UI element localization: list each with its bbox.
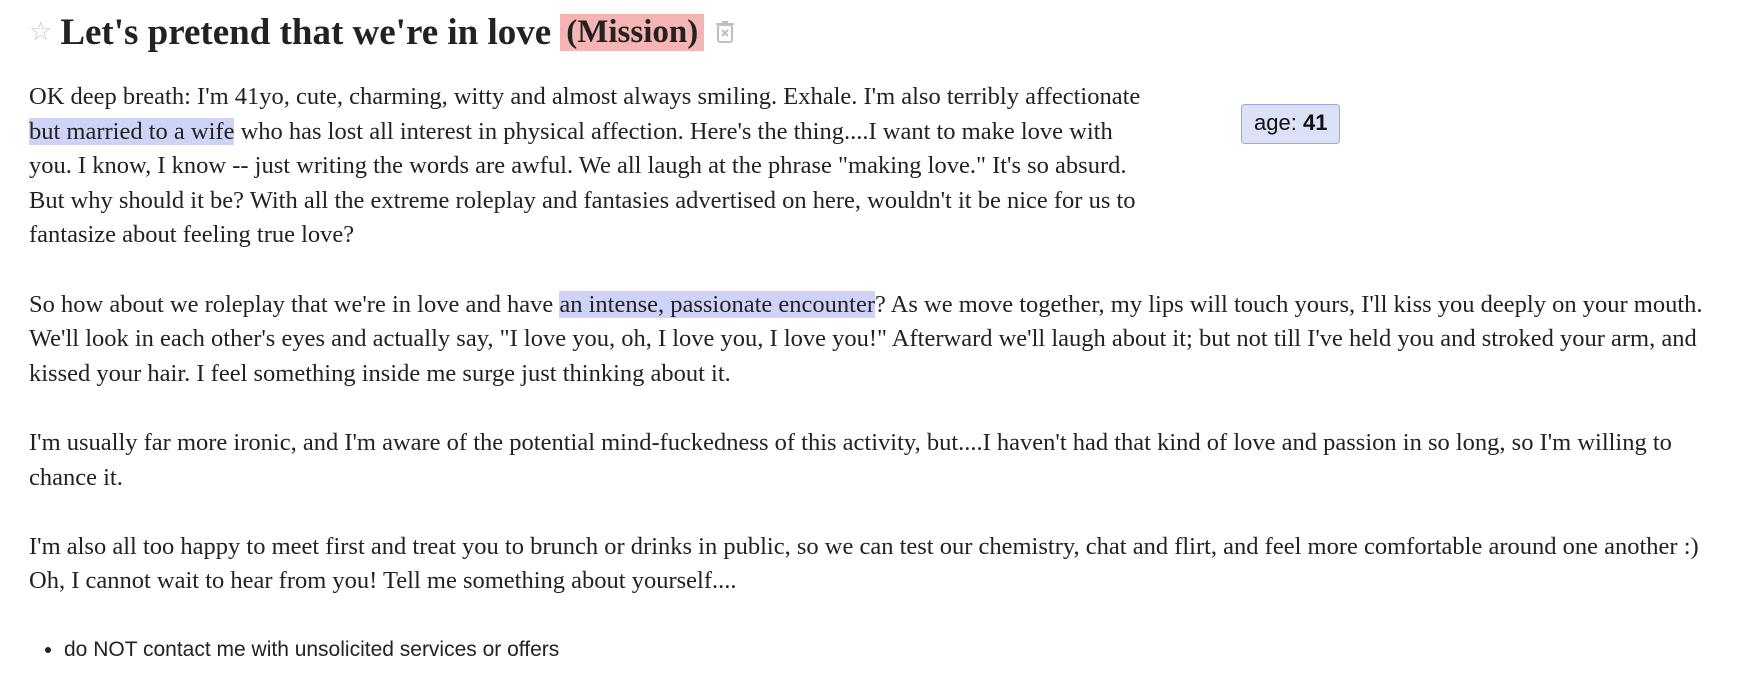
trash-icon[interactable] (713, 20, 737, 44)
age-attribute: age: 41 (1241, 104, 1341, 144)
body-paragraph: I'm usually far more ironic, and I'm awa… (29, 428, 1672, 491)
highlighted-phrase: but married to a wife (29, 117, 235, 145)
posting-title-row: ☆ Let's pretend that we're in love (Miss… (29, 10, 1718, 54)
body-text-segment: OK deep breath: I'm 41yo, cute, charming… (29, 83, 1141, 110)
age-label: age: (1254, 110, 1297, 135)
body-paragraph: So how about we roleplay that we're in l… (29, 288, 1719, 392)
posting-title: Let's pretend that we're in love (60, 11, 552, 53)
star-icon[interactable]: ☆ (29, 19, 52, 45)
posting-page: ☆ Let's pretend that we're in love (Miss… (0, 0, 1742, 686)
body-text-segment: So how about we roleplay that we're in l… (29, 290, 560, 318)
notice-item: do NOT contact me with unsolicited servi… (64, 635, 1718, 665)
body-paragraph: I'm also all too happy to meet first and… (29, 532, 1699, 595)
attributes-panel: age: 41 (1159, 80, 1719, 184)
category-tag: (Mission) (560, 13, 705, 51)
highlighted-phrase: an intense, passionate encounter (559, 290, 875, 318)
notices-list: do NOT contact me with unsolicited servi… (29, 635, 1718, 665)
age-value: 41 (1302, 110, 1328, 135)
posting-body: age: 41 OK deep breath: I'm 41yo, cute, … (29, 80, 1719, 599)
